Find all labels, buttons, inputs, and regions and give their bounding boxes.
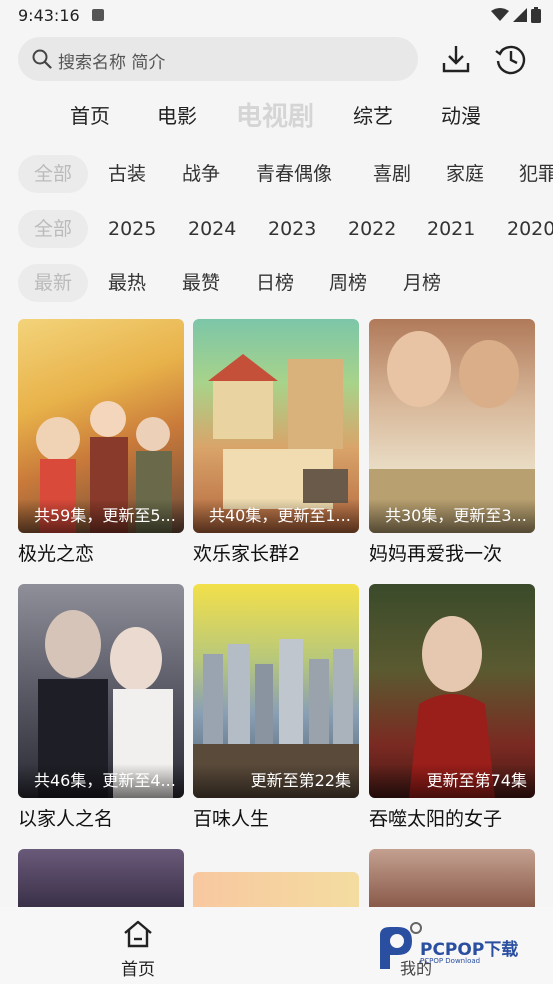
filter-year-all[interactable]: 全部 [18,210,89,248]
filter-sort-item[interactable]: 最热 [108,264,146,302]
poster-image [18,849,184,907]
filter-year-item[interactable]: 2022 [348,210,396,248]
filter-sort-item[interactable]: 日榜 [256,264,294,302]
history-icon[interactable] [494,42,528,76]
watermark-logo: PCPOP下载 PCPOP Download [376,923,546,973]
download-icon[interactable] [440,43,472,75]
poster-image [193,872,359,907]
tab-home[interactable]: 首页 [70,100,110,129]
video-card[interactable]: 更新至第22集 百味人生 [193,584,359,834]
tab-tv-series[interactable]: 电视剧 [236,96,314,133]
video-card[interactable]: 共59集，更新至5... 极光之恋 [18,319,184,569]
video-card[interactable]: 共30集，更新至3... 妈妈再爱我一次 [369,319,535,569]
app-screen: 9:43:16 搜索名称 简介 首页 电影 电视剧 综艺 动漫 全部 古装 战争… [0,0,553,984]
nav-home[interactable]: 首页 [112,919,164,980]
filter-year-item[interactable]: 2023 [268,210,316,248]
filter-year-item[interactable]: 2020 [507,210,553,248]
card-title: 妈妈再爱我一次 [369,543,503,565]
video-card[interactable]: 更新至第74集 吞噬太阳的女子 [369,584,535,834]
episode-badge: 更新至第74集 [369,764,535,798]
card-title: 极光之恋 [18,543,95,565]
filter-genre-item[interactable]: 战争 [182,155,220,193]
filter-year-item[interactable]: 2025 [108,210,156,248]
video-card[interactable]: 共40集，更新至1... 欢乐家长群2 [193,319,359,569]
filter-genre-item[interactable]: 喜剧 [373,155,411,193]
filter-genre-item[interactable]: 犯罪 [519,155,553,193]
status-icons [491,7,541,23]
card-title: 以家人之名 [18,808,114,830]
video-card[interactable] [18,849,184,907]
status-bar: 9:43:16 [0,0,553,32]
nav-home-label: 首页 [121,960,155,980]
filter-sort-latest[interactable]: 最新 [18,264,89,302]
poster-image: 更新至第22集 [193,584,359,798]
filter-genre-all[interactable]: 全部 [18,155,89,193]
tab-movies[interactable]: 电影 [157,100,197,129]
category-tabs: 首页 电影 电视剧 综艺 动漫 [0,96,553,132]
episode-badge: 共59集，更新至5... [18,499,184,533]
genre-filter-row: 全部 古装 战争 青春偶像 喜剧 家庭 犯罪 [0,155,553,195]
filter-sort-item[interactable]: 周榜 [329,264,367,302]
year-filter-row: 全部 2025 2024 2023 2022 2021 2020 [0,210,553,250]
wifi-icon [491,8,509,21]
filter-sort-item[interactable]: 月榜 [403,264,441,302]
home-icon [124,920,152,948]
pcpop-logo-icon [380,927,412,969]
search-icon [32,49,52,69]
status-time: 9:43:16 [18,6,80,25]
card-title: 吞噬太阳的女子 [369,808,503,830]
watermark-subtext: PCPOP Download [420,957,481,965]
poster-image: 更新至第74集 [369,584,535,798]
poster-image: 共59集，更新至5... [18,319,184,533]
poster-image [369,849,535,907]
notification-icon [92,9,104,21]
poster-image: 共30集，更新至3... [369,319,535,533]
video-card[interactable]: 共46集，更新至4... 以家人之名 [18,584,184,834]
episode-badge: 共30集，更新至3... [369,499,535,533]
sort-filter-row: 最新 最热 最赞 日榜 周榜 月榜 [0,264,553,304]
filter-year-item[interactable]: 2021 [427,210,475,248]
tab-variety[interactable]: 综艺 [353,100,393,129]
card-title: 百味人生 [193,808,270,830]
filter-genre-item[interactable]: 家庭 [446,155,484,193]
filter-genre-item[interactable]: 古装 [108,155,146,193]
poster-image: 共40集，更新至1... [193,319,359,533]
tab-anime[interactable]: 动漫 [441,100,481,129]
video-card[interactable] [193,872,359,907]
battery-icon [531,7,541,23]
poster-image: 共46集，更新至4... [18,584,184,798]
episode-badge: 共40集，更新至1... [193,499,359,533]
search-input[interactable]: 搜索名称 简介 [18,37,418,81]
signal-icon [513,8,527,22]
filter-genre-item[interactable]: 青春偶像 [256,155,332,193]
filter-sort-item[interactable]: 最赞 [182,264,220,302]
filter-year-item[interactable]: 2024 [188,210,236,248]
episode-badge: 共46集，更新至4... [18,764,184,798]
episode-badge: 更新至第22集 [193,764,359,798]
video-card[interactable] [369,849,535,907]
card-title: 欢乐家长群2 [193,543,301,565]
search-placeholder: 搜索名称 简介 [58,53,166,73]
